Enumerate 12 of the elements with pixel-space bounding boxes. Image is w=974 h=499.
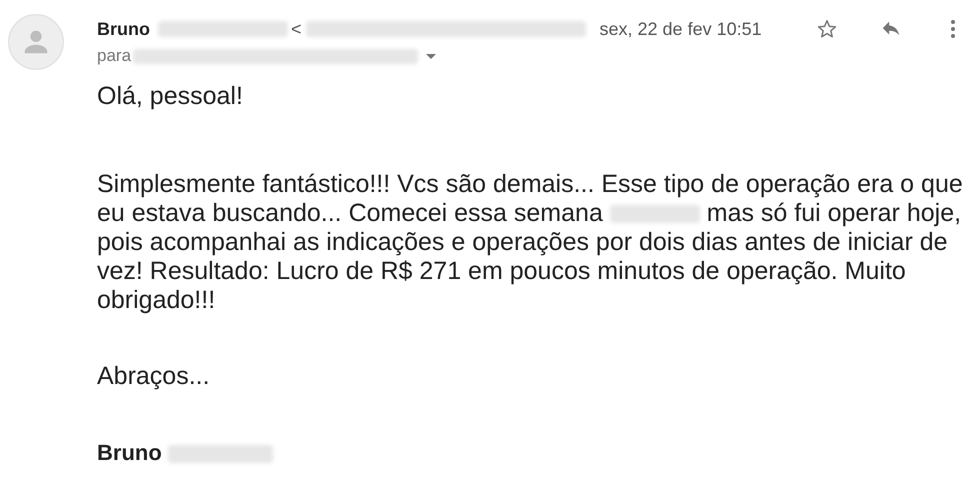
sender-name: Bruno	[97, 18, 150, 40]
signature-name: Bruno	[97, 440, 162, 465]
star-icon[interactable]	[816, 18, 838, 40]
message-date: sex, 22 de fev 10:51	[600, 18, 762, 40]
angle-bracket: <	[291, 18, 302, 40]
message-paragraph: Abraços...	[97, 362, 211, 391]
recipient-label: para	[97, 46, 132, 66]
message-paragraph: Simplesmente fantástico!!! Vcs são demais... Esse tipo de operação era o que eu estava buscando... Comecei essa semana mas só fui operar hoje, pois acompanhai as indicações e operações por dois dias antes de iniciar de vez! Resultado: Lucro de R$ 271 em poucos minutos de operação. Muito obrigado!!!	[97, 170, 964, 315]
avatar-icon	[8, 14, 64, 70]
more-icon[interactable]	[950, 18, 956, 40]
caret-icon[interactable]	[426, 54, 436, 58]
message-paragraph: Olá, pessoal!	[97, 82, 244, 111]
